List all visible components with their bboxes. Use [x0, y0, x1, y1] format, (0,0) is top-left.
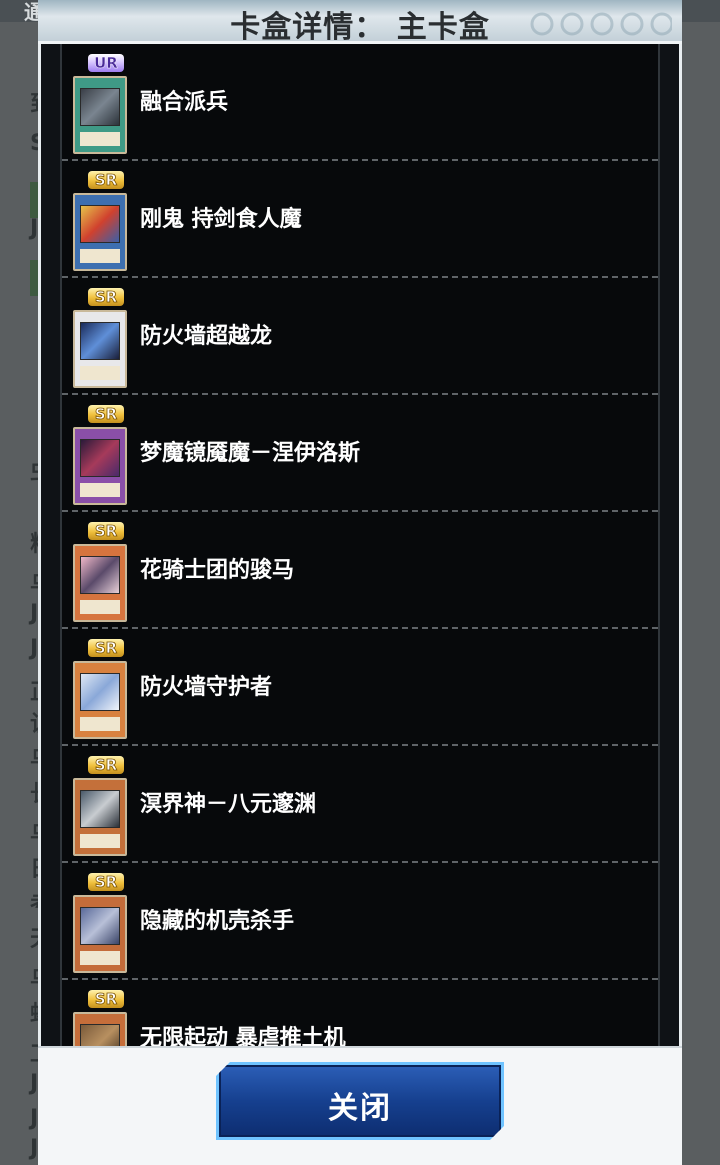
rarity-badge: SR	[88, 522, 124, 540]
card-textbox	[80, 951, 120, 965]
card-textbox	[80, 249, 120, 263]
background-glyph: J	[30, 601, 39, 626]
card-thumbnail	[73, 427, 127, 505]
rarity-badge: SR	[88, 873, 124, 891]
card-thumbnail	[73, 778, 127, 856]
card-thumbnail	[73, 76, 127, 154]
card-name: 无限起动 暴虐推土机	[140, 1026, 346, 1046]
card-textbox	[80, 483, 120, 497]
background-glyph: J	[30, 1136, 39, 1161]
card-art	[80, 907, 120, 945]
rarity-badge: SR	[88, 639, 124, 657]
card-name: 防火墙守护者	[140, 675, 273, 700]
card-textbox	[80, 600, 120, 614]
rarity-badge: SR	[88, 756, 124, 774]
card-row[interactable]: SR 梦魔镜魇魔－涅伊洛斯	[62, 395, 658, 512]
card-row[interactable]: SR 溟界神－八元邃渊	[62, 746, 658, 863]
rarity-badge: SR	[88, 405, 124, 423]
dialog-footer: 关闭	[38, 1046, 682, 1165]
card-row[interactable]: SR 无限起动 暴虐推土机	[62, 980, 658, 1046]
background-right-strip	[680, 22, 720, 1165]
card-thumbnail	[73, 661, 127, 739]
card-textbox	[80, 366, 120, 380]
card-row[interactable]: SR 防火墙守护者	[62, 629, 658, 746]
close-button-label: 关闭	[328, 1091, 392, 1126]
card-thumbnail	[73, 1012, 127, 1046]
card-art	[80, 556, 120, 594]
card-row[interactable]: SR 花骑士团的骏马	[62, 512, 658, 629]
background-glyph: J	[30, 1071, 39, 1096]
rarity-badge: SR	[88, 990, 124, 1008]
card-name: 溟界神－八元邃渊	[140, 792, 317, 817]
card-art	[80, 322, 120, 360]
card-textbox	[80, 132, 120, 146]
card-name: 梦魔镜魇魔－涅伊洛斯	[140, 441, 361, 466]
dialog-title: 卡盒详情： 主卡盒	[230, 10, 490, 44]
card-thumbnail	[73, 193, 127, 271]
card-name: 花骑士团的骏马	[140, 558, 295, 583]
card-row[interactable]: SR 隐藏的机壳杀手	[62, 863, 658, 980]
close-button[interactable]: 关闭	[216, 1062, 504, 1140]
card-name: 融合派兵	[140, 90, 229, 115]
rarity-badge: SR	[88, 171, 124, 189]
card-row[interactable]: UR 融合派兵	[62, 44, 658, 161]
background-glyph: J	[30, 216, 39, 241]
card-name: 防火墙超越龙	[140, 324, 273, 349]
card-art	[80, 1024, 120, 1046]
card-textbox	[80, 834, 120, 848]
card-thumbnail	[73, 895, 127, 973]
card-box-detail-dialog: 卡盒详情： 主卡盒 UR 融合派兵 SR 刚鬼 持剑食人魔 SR 防火墙超越龙 …	[38, 0, 682, 1165]
card-name: 隐藏的机壳杀手	[140, 909, 295, 934]
card-row[interactable]: SR 防火墙超越龙	[62, 278, 658, 395]
card-art	[80, 88, 120, 126]
card-list[interactable]: UR 融合派兵 SR 刚鬼 持剑食人魔 SR 防火墙超越龙 SR 梦魔镜魇魔－涅…	[60, 44, 660, 1046]
card-thumbnail	[73, 310, 127, 388]
background-glyph: J	[30, 1106, 39, 1131]
card-art	[80, 439, 120, 477]
rarity-badge: UR	[88, 54, 124, 72]
card-textbox	[80, 717, 120, 731]
background-glyph: J	[30, 636, 39, 661]
card-row[interactable]: SR 刚鬼 持剑食人魔	[62, 161, 658, 278]
card-thumbnail	[73, 544, 127, 622]
card-art	[80, 205, 120, 243]
rarity-badge: SR	[88, 288, 124, 306]
card-art	[80, 673, 120, 711]
card-name: 刚鬼 持剑食人魔	[140, 207, 302, 232]
card-art	[80, 790, 120, 828]
dialog-title-bar: 卡盒详情： 主卡盒	[38, 0, 682, 44]
